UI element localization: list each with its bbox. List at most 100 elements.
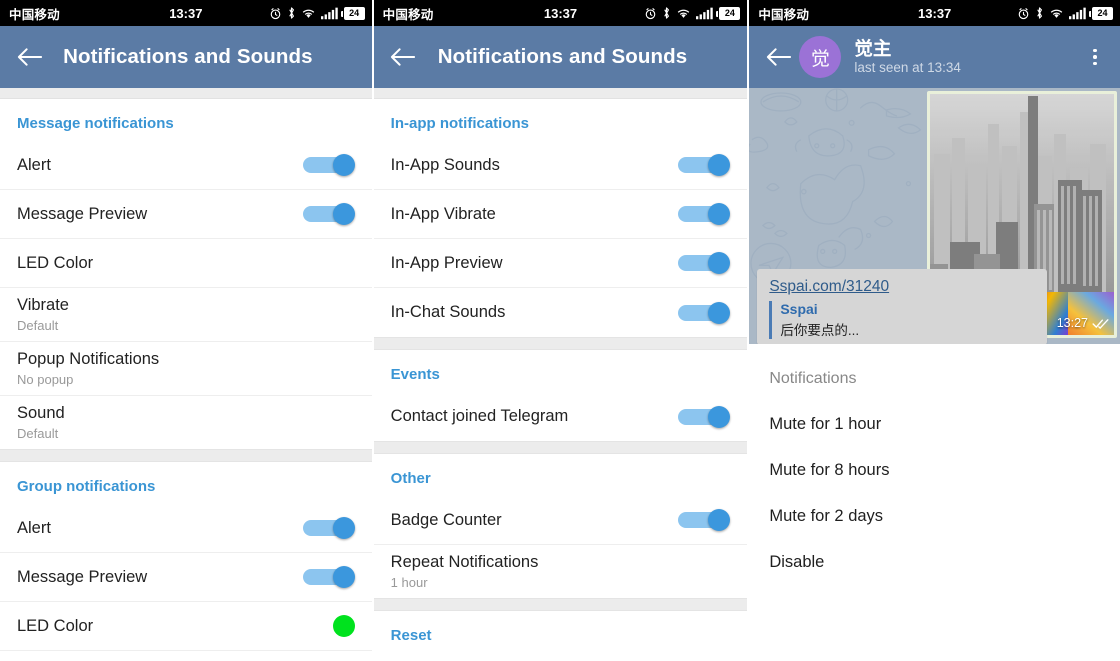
row-badge-counter[interactable]: Badge Counter	[373, 496, 748, 545]
contact-name: 觉主	[854, 37, 892, 59]
section-header-reset[interactable]: Reset	[374, 611, 748, 653]
status-bar-3: 中国移动 13:37 24	[749, 0, 1120, 26]
row-inapp-preview[interactable]: In-App Preview	[373, 239, 748, 288]
screen-message-group-notifications: 中国移动 13:37 24 Notifications and Sounds M…	[0, 0, 372, 661]
bluetooth-icon	[1037, 7, 1042, 19]
row-message-vibrate[interactable]: Vibrate Default	[0, 288, 372, 342]
section-header-other: Other	[390, 470, 431, 487]
section-divider	[373, 598, 748, 611]
alarm-icon	[1018, 7, 1029, 19]
back-arrow-icon[interactable]	[761, 40, 795, 74]
link-preview-bubble[interactable]: Sspai.com/31240 Sspai 后你要点的...	[757, 269, 1048, 344]
screen-chat-notifications-dialog: 中国移动 13:37 24 觉 觉主 last seen at 13:34 13…	[749, 0, 1120, 661]
link-preview-meta: Sspai 后你要点的...	[769, 301, 1035, 339]
contact-status: last seen at 13:34	[854, 60, 961, 76]
bluetooth-icon	[288, 7, 294, 19]
back-arrow-icon[interactable]	[12, 40, 46, 74]
status-icons: 24	[1017, 6, 1113, 20]
signal-icon	[1069, 7, 1086, 19]
toggle-inapp-sounds[interactable]	[678, 154, 731, 176]
section-header-group-notifications: Group notifications	[17, 478, 156, 495]
settings-list-1: Message notifications Alert Message Prev…	[0, 88, 372, 661]
alarm-icon	[646, 7, 656, 19]
link-url[interactable]: Sspai.com/31240	[769, 278, 1035, 296]
list-top-spacer	[0, 88, 372, 99]
row-message-sound[interactable]: Sound Default	[0, 396, 372, 449]
signal-icon	[320, 7, 338, 19]
toggle-group-message-preview[interactable]	[302, 566, 355, 588]
screen-inapp-events-other: 中国移动 13:37 24 Notifications and Sounds I…	[373, 0, 748, 661]
row-inapp-sounds[interactable]: In-App Sounds	[373, 141, 748, 190]
row-label: LED Color	[17, 253, 94, 272]
row-contact-joined-telegram[interactable]: Contact joined Telegram	[374, 392, 748, 441]
app-bar-1: Notifications and Sounds	[0, 26, 372, 88]
row-label: In-Chat Sounds	[390, 303, 506, 321]
dialog-title: Notifications	[769, 370, 857, 387]
status-icons: 24	[644, 6, 741, 20]
message-meta: 13:27	[1057, 316, 1109, 330]
row-label: In-App Preview	[390, 253, 503, 272]
section-header-message-notifications: Message notifications	[17, 115, 174, 132]
row-label: LED Color	[17, 616, 94, 635]
row-label: Popup Notifications	[17, 350, 160, 368]
section-divider	[0, 449, 372, 462]
row-group-led-color[interactable]: LED Color	[0, 602, 372, 651]
toggle-contact-joined[interactable]	[678, 405, 731, 428]
dialog-option-mute-1-hour[interactable]: Mute for 1 hour	[769, 388, 1100, 434]
dialog-option-mute-8-hours[interactable]: Mute for 8 hours	[769, 434, 1100, 480]
row-message-alert[interactable]: Alert	[0, 141, 372, 190]
city-skyline-photo	[930, 94, 1114, 292]
link-description: 后你要点的...	[780, 323, 860, 338]
row-message-led-color[interactable]: LED Color	[0, 239, 372, 288]
page-title: Notifications and Sounds	[63, 45, 313, 68]
row-label: Contact joined Telegram	[390, 407, 569, 425]
row-label: Alert	[17, 155, 51, 174]
section-divider	[373, 441, 748, 454]
row-inchat-sounds[interactable]: In-Chat Sounds	[374, 288, 748, 337]
toggle-inapp-preview[interactable]	[678, 252, 731, 274]
row-label: In-App Sounds	[390, 155, 500, 174]
app-bar-2: Notifications and Sounds	[373, 26, 748, 88]
alarm-icon	[270, 7, 280, 19]
kebab-menu-icon[interactable]	[1080, 39, 1110, 75]
row-label: Sound	[17, 404, 65, 422]
double-check-icon	[1092, 318, 1109, 329]
row-label: Alert	[17, 518, 51, 537]
row-group-message-preview[interactable]: Message Preview	[0, 553, 372, 602]
three-phone-screenshots: 中国移动 13:37 24 Notifications and Sounds M…	[0, 0, 1120, 661]
row-repeat-notifications[interactable]: Repeat Notifications 1 hour	[374, 545, 748, 598]
toggle-inchat-sounds[interactable]	[678, 301, 731, 324]
battery-icon: 24	[716, 6, 741, 20]
status-bar-2: 中国移动 13:37 24	[373, 0, 748, 26]
row-group-alert[interactable]: Alert	[0, 504, 372, 553]
toggle-message-preview[interactable]	[302, 203, 355, 225]
toggle-badge-counter[interactable]	[678, 509, 731, 531]
chat-app-bar: 觉 觉主 last seen at 13:34	[749, 26, 1120, 88]
battery-icon: 24	[1089, 6, 1113, 20]
row-value: Default	[17, 318, 59, 333]
bluetooth-icon	[664, 7, 670, 19]
row-message-preview[interactable]: Message Preview	[0, 190, 372, 239]
settings-list-2: In-app notifications In-App Sounds In-Ap…	[373, 88, 748, 661]
led-color-swatch-icon[interactable]	[332, 615, 355, 637]
dialog-option-mute-2-days[interactable]: Mute for 2 days	[769, 480, 1100, 526]
back-arrow-icon[interactable]	[386, 40, 420, 74]
avatar[interactable]: 觉	[799, 36, 842, 78]
row-value: 1 hour	[390, 575, 428, 590]
battery-icon: 24	[340, 6, 365, 20]
row-label: Repeat Notifications	[390, 553, 539, 571]
toggle-group-alert[interactable]	[302, 517, 355, 539]
row-inapp-vibrate[interactable]: In-App Vibrate	[373, 190, 748, 239]
row-label: Message Preview	[17, 567, 148, 586]
toggle-inapp-vibrate[interactable]	[678, 203, 731, 225]
link-site-name: Sspai	[780, 301, 818, 317]
signal-icon	[696, 7, 714, 19]
row-popup-notifications[interactable]: Popup Notifications No popup	[0, 342, 372, 396]
dialog-option-disable[interactable]: Disable	[769, 526, 1100, 572]
toggle-message-alert[interactable]	[302, 154, 355, 176]
wifi-icon	[302, 9, 314, 18]
section-header-inapp-notifications: In-app notifications	[390, 115, 529, 132]
chat-header-titles[interactable]: 觉主 last seen at 13:34	[854, 38, 1080, 77]
section-header-events: Events	[390, 366, 440, 383]
row-label: Message Preview	[17, 204, 148, 223]
